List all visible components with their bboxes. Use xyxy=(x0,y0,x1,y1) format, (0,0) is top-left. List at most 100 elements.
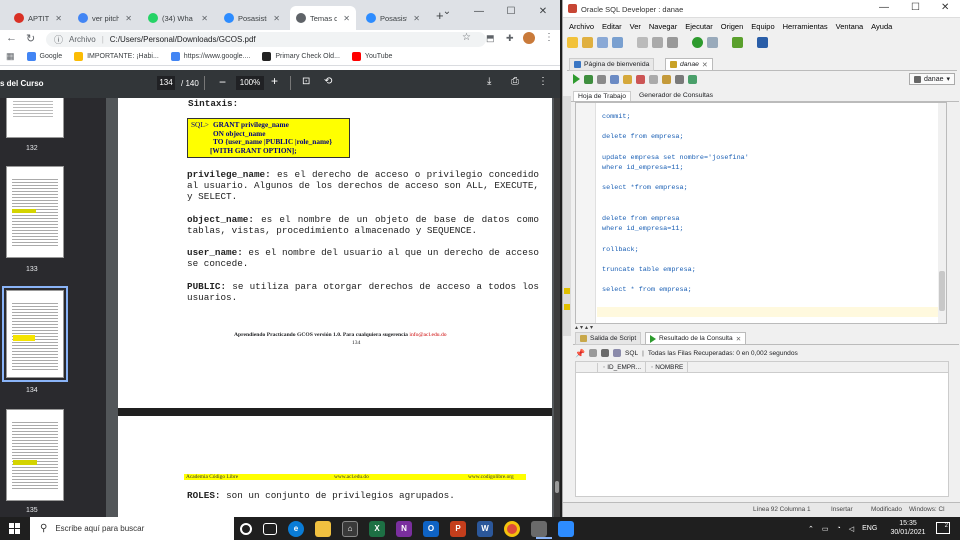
tab-welcome[interactable]: Página de bienvenida xyxy=(569,58,655,71)
close-icon[interactable]: ✕ xyxy=(941,2,949,13)
file-explorer-icon[interactable] xyxy=(315,520,331,537)
browser-tab[interactable]: Posasista ✕ xyxy=(360,6,426,30)
autotrace-icon[interactable] xyxy=(597,74,606,84)
print-icon[interactable] xyxy=(600,349,609,357)
close-tab-icon[interactable]: ✕ xyxy=(702,61,708,69)
sql-label[interactable]: SQL xyxy=(625,350,638,357)
run-script-icon[interactable] xyxy=(584,74,593,84)
close-tab-icon[interactable]: ✕ xyxy=(413,14,420,23)
reload-icon[interactable]: ↻ xyxy=(26,32,35,45)
network-icon[interactable]: ▭ xyxy=(822,525,829,533)
menu-item[interactable]: Archivo xyxy=(565,22,598,31)
tray-up-icon[interactable]: ⌃ xyxy=(808,525,814,533)
browser-tab[interactable]: ver pitch ✕ xyxy=(72,6,138,30)
close-tab-icon[interactable]: ✕ xyxy=(55,14,62,23)
language-indicator[interactable]: ENG xyxy=(862,525,877,532)
save-icon[interactable] xyxy=(597,36,608,48)
menu-item[interactable]: Editar xyxy=(598,22,626,31)
apps-icon[interactable]: ▦ xyxy=(6,51,15,62)
cut-icon[interactable] xyxy=(637,36,648,48)
menu-item[interactable]: Ventana xyxy=(832,22,868,31)
forward-icon[interactable] xyxy=(707,36,718,48)
close-tab-icon[interactable]: ✕ xyxy=(273,14,280,23)
bookmark-item[interactable]: Google xyxy=(26,52,62,61)
thumbnail-134[interactable] xyxy=(6,290,64,378)
more-icon[interactable]: ⋮ xyxy=(538,76,548,87)
close-tab-icon[interactable]: ✕ xyxy=(343,14,350,23)
zoom-icon[interactable] xyxy=(558,520,574,537)
minimize-icon[interactable]: — xyxy=(464,0,494,22)
zoom-input[interactable]: 100% xyxy=(236,76,264,90)
back-icon[interactable] xyxy=(692,36,703,48)
browser-tab[interactable]: (34) Wha ✕ xyxy=(142,6,214,30)
sql-tuning-icon[interactable] xyxy=(688,74,697,84)
explain-icon[interactable] xyxy=(610,74,619,84)
dropdown-icon[interactable]: ⌄ xyxy=(432,0,462,22)
menu-item[interactable]: Herramientas xyxy=(779,22,832,31)
commit-icon[interactable] xyxy=(623,74,632,84)
browser-tab[interactable]: Posasisti ✕ xyxy=(218,6,286,30)
sql-developer-icon[interactable] xyxy=(531,520,547,537)
tab-query-result[interactable]: Resultado de la Consulta ✕ xyxy=(645,332,747,345)
menu-item[interactable]: Ejecutar xyxy=(681,22,717,31)
copy-icon[interactable] xyxy=(652,36,663,48)
minimize-icon[interactable]: — xyxy=(879,2,889,13)
windows-start-icon[interactable] xyxy=(9,523,20,534)
tab-worksheet[interactable]: Hoja de Trabajo xyxy=(573,91,631,101)
menu-item[interactable]: Equipo xyxy=(747,22,778,31)
thumbnail-135[interactable] xyxy=(6,409,64,501)
binoculars-icon[interactable] xyxy=(757,36,768,48)
footer-email[interactable]: info@acl.edu.do xyxy=(409,332,446,338)
thumbnail-132[interactable] xyxy=(6,98,64,138)
onenote-icon[interactable]: N xyxy=(396,520,412,537)
zoom-in-icon[interactable]: + xyxy=(271,74,278,88)
run-icon[interactable] xyxy=(732,36,743,48)
maximize-icon[interactable]: ☐ xyxy=(911,2,920,13)
browser-tab[interactable]: APTITUD ✕ xyxy=(8,6,68,30)
close-tab-icon[interactable]: ✕ xyxy=(736,335,742,343)
extension-icon[interactable]: ⬒ xyxy=(486,33,495,44)
menu-item[interactable]: Ayuda xyxy=(867,22,896,31)
close-tab-icon[interactable]: ✕ xyxy=(201,14,208,23)
excel-icon[interactable]: X xyxy=(369,520,385,537)
open-icon[interactable] xyxy=(582,36,593,48)
page-number-input[interactable]: 134 xyxy=(157,76,175,90)
notification-center-icon[interactable]: 2 xyxy=(936,522,950,534)
menu-icon[interactable]: ⋮ xyxy=(544,32,554,43)
bookmark-item[interactable]: Primary Check Old... xyxy=(262,52,340,61)
connection-select[interactable]: danae ▾ xyxy=(909,73,955,85)
menu-item[interactable]: Origen xyxy=(717,22,748,31)
volume-icon[interactable]: ◁ xyxy=(849,525,854,533)
column-header-nombre[interactable]: ▫ NOMBRE xyxy=(648,362,688,373)
print-icon[interactable]: ⎙ xyxy=(511,76,519,87)
word-icon[interactable]: W xyxy=(477,520,493,537)
search-box[interactable]: ⚲ Escribe aquí para buscar xyxy=(30,517,234,540)
zoom-out-icon[interactable]: − xyxy=(219,75,226,89)
star-icon[interactable]: ☆ xyxy=(462,32,471,43)
tab-script-output[interactable]: Salida de Script xyxy=(575,332,642,345)
back-icon[interactable]: ← xyxy=(6,32,17,44)
url-field[interactable]: ⓘ Archivo | C:/Users/Personal/Downloads/… xyxy=(46,32,486,47)
powerpoint-icon[interactable]: P xyxy=(450,520,466,537)
tab-query-builder[interactable]: Generador de Consultas xyxy=(639,92,713,99)
download-icon[interactable]: ⤓ xyxy=(487,76,491,87)
task-view-icon[interactable] xyxy=(263,522,277,535)
rollback-icon[interactable] xyxy=(636,74,645,84)
rotate-icon[interactable]: ⟲ xyxy=(324,76,332,87)
refresh-icon[interactable] xyxy=(588,349,597,357)
wifi-icon[interactable]: ◔ xyxy=(837,525,841,532)
paste-icon[interactable] xyxy=(667,36,678,48)
pin-icon[interactable]: 📌 xyxy=(575,349,585,358)
close-tab-icon[interactable]: ✕ xyxy=(125,14,132,23)
maximize-icon[interactable]: ☐ xyxy=(496,0,526,22)
menu-item[interactable]: Ver xyxy=(626,22,645,31)
tab-danae[interactable]: danae ✕ xyxy=(665,58,713,71)
sql-editor[interactable]: commit; delete from empresa; update empres… xyxy=(575,102,947,324)
column-header-id[interactable]: ▫ ID_EMPR... xyxy=(600,362,646,373)
menu-item[interactable]: Navegar xyxy=(645,22,681,31)
avatar[interactable] xyxy=(523,32,535,44)
chrome-icon[interactable] xyxy=(504,520,520,537)
bookmark-item[interactable]: YouTube xyxy=(351,52,392,61)
run-statement-icon[interactable] xyxy=(573,74,580,84)
editor-scrollbar[interactable] xyxy=(938,103,946,323)
